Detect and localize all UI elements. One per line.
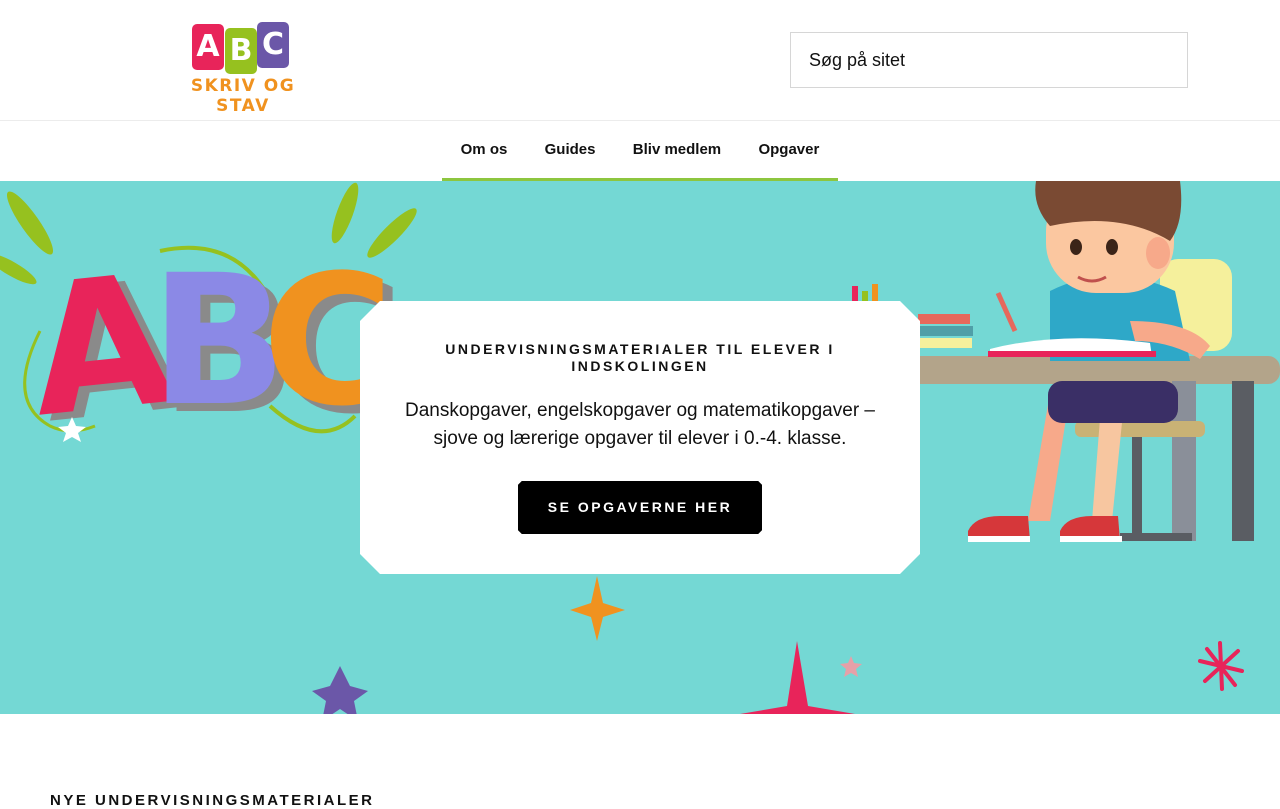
logo-tiles: A B C: [192, 22, 292, 74]
site-header: A B C SKRIV OG STAV: [0, 0, 1280, 120]
hero-card: UNDERVISNINGSMATERIALER TIL ELEVER I IND…: [360, 301, 920, 574]
nav-list: Om os Guides Bliv medlem Opgaver: [442, 121, 838, 181]
nav-item-om-os[interactable]: Om os: [461, 141, 508, 158]
logo-letter-b: B: [225, 28, 257, 74]
hero-description: Danskopgaver, engelskopgaver og matemati…: [404, 400, 875, 449]
search-box[interactable]: [790, 32, 1188, 88]
hero-banner: A A B B C C UNDERVISNINGSMATERIALER TIL …: [0, 181, 1280, 714]
orange-sparkle-decoration: [570, 576, 625, 641]
search-input[interactable]: [807, 48, 1187, 72]
purple-star-decoration: [312, 666, 368, 714]
nav-item-guides[interactable]: Guides: [545, 141, 596, 158]
logo-wordmark: SKRIV OG STAV: [190, 76, 296, 116]
red-asterisk-decoration: [1198, 641, 1244, 691]
site-logo[interactable]: A B C SKRIV OG STAV: [160, 18, 322, 116]
section-title: NYE UNDERVISNINGSMATERIALER: [50, 792, 375, 809]
small-star-decoration: [840, 656, 862, 677]
see-tasks-button[interactable]: SE OPGAVERNE HER: [518, 481, 762, 534]
main-nav: Om os Guides Bliv medlem Opgaver: [0, 120, 1280, 181]
nav-item-opgaver[interactable]: Opgaver: [758, 141, 819, 158]
logo-letter-c: C: [257, 22, 289, 68]
logo-letter-a: A: [192, 24, 224, 70]
hero-eyebrow: UNDERVISNINGSMATERIALER TIL ELEVER I IND…: [445, 341, 835, 374]
pink-sparkle-decoration: [740, 641, 855, 714]
nav-item-bliv-medlem[interactable]: Bliv medlem: [633, 141, 721, 158]
